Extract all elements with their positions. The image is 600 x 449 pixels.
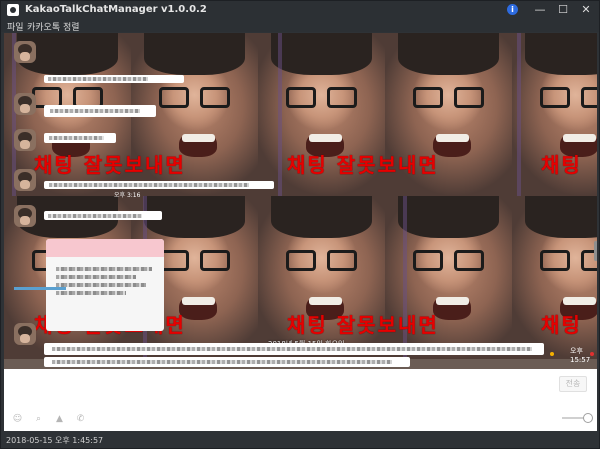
message-bubble[interactable] <box>44 181 274 189</box>
send-button[interactable]: 전송 <box>559 376 587 392</box>
avatar[interactable] <box>14 93 36 115</box>
unread-dot-icon <box>550 352 554 356</box>
meme-caption: 채팅 <box>541 313 582 337</box>
chat-view[interactable]: 채팅 잘못보내면 채팅 잘못보내면 채팅 채팅 잘못보내면 채팅 잘못보내면 채… <box>4 33 597 369</box>
avatar[interactable] <box>14 205 36 227</box>
meme-caption: 채팅 잘못보내면 <box>34 153 186 177</box>
message-input-area[interactable]: 전송 ☺ ⌕ ▲ ✆ <box>4 369 597 431</box>
meme-caption: 채팅 잘못보내면 <box>287 153 439 177</box>
opacity-slider-handle[interactable] <box>583 413 593 423</box>
meme-caption: 채팅 잘못보내면 <box>287 313 439 337</box>
message-bubble[interactable] <box>44 105 156 117</box>
avatar[interactable] <box>14 169 36 191</box>
avatar[interactable] <box>14 323 36 345</box>
menu-bar: 파일 카카오톡 정렬 <box>1 19 599 33</box>
maximize-button[interactable]: ☐ <box>552 2 574 18</box>
notification-dot-icon <box>590 352 594 356</box>
status-timestamp: 2018-05-15 오후 1:45:57 <box>6 436 104 445</box>
meme-caption: 채팅 <box>541 153 582 177</box>
emoticon-icon[interactable]: ☺ <box>12 414 23 425</box>
app-logo-icon <box>7 4 19 16</box>
message-bubble[interactable] <box>44 133 116 143</box>
message-timestamp-badge: 오후 15:57 <box>570 347 591 364</box>
app-window: KakaoTalkChatManager v1.0.0.2 i — ☐ ✕ 파일… <box>0 0 600 449</box>
card-text <box>56 291 126 295</box>
title-bar: KakaoTalkChatManager v1.0.0.2 i — ☐ ✕ <box>1 1 599 19</box>
menu-sort[interactable]: 정렬 <box>63 20 80 33</box>
image-icon[interactable]: ▲ <box>54 414 65 425</box>
avatar[interactable] <box>14 41 36 63</box>
card-link[interactable] <box>14 287 66 290</box>
card-text <box>56 267 152 271</box>
message-bubble[interactable] <box>44 211 162 220</box>
message-bubble[interactable] <box>44 357 410 367</box>
menu-file[interactable]: 파일 <box>7 20 24 33</box>
chat-scrollbar[interactable] <box>594 241 597 261</box>
message-bubble[interactable] <box>44 343 544 355</box>
minimize-button[interactable]: — <box>529 2 551 18</box>
message-time: 오후 3:16 <box>114 192 141 199</box>
close-button[interactable]: ✕ <box>575 2 597 18</box>
card-text <box>56 275 136 279</box>
window-title: KakaoTalkChatManager v1.0.0.2 <box>25 4 207 15</box>
status-bar: 2018-05-15 오후 1:45:57 <box>1 431 599 448</box>
avatar[interactable] <box>14 129 36 151</box>
shared-link-card[interactable] <box>46 239 164 331</box>
attach-file-icon[interactable]: ⌕ <box>33 414 44 425</box>
call-icon[interactable]: ✆ <box>75 414 86 425</box>
card-header <box>46 239 164 257</box>
menu-kakaotalk[interactable]: 카카오톡 <box>27 20 60 33</box>
message-bubble[interactable] <box>44 75 184 83</box>
info-icon[interactable]: i <box>507 4 518 15</box>
card-text <box>56 283 146 287</box>
